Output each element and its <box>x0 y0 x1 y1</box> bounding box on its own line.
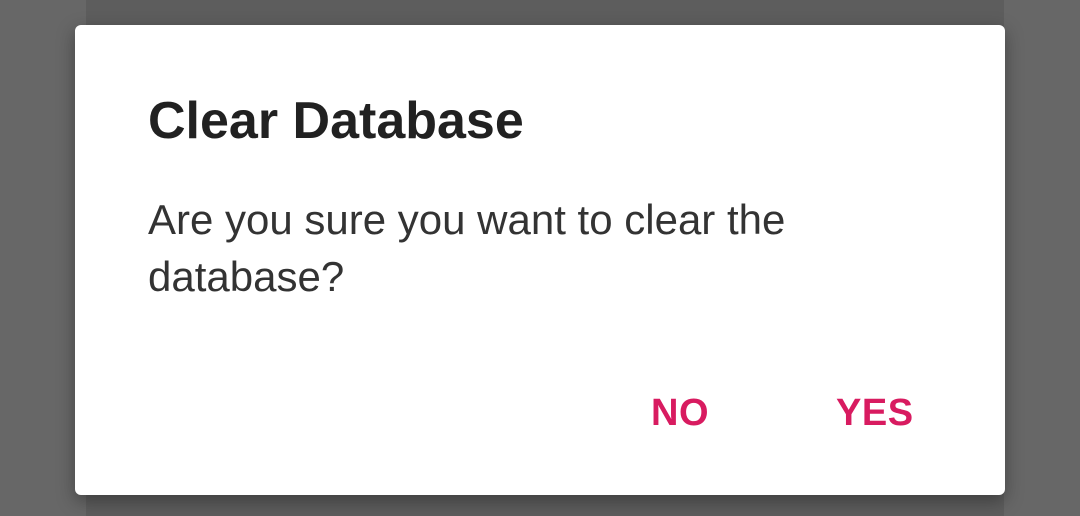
dialog-title: Clear Database <box>148 92 524 150</box>
dialog-message: Are you sure you want to clear the datab… <box>148 196 786 300</box>
clear-database-dialog: Clear Database Are you sure you want to … <box>75 25 1005 495</box>
yes-button[interactable]: YES <box>816 378 934 448</box>
no-button[interactable]: NO <box>631 378 729 448</box>
background-edge-left <box>0 0 86 516</box>
background-edge-right <box>1004 0 1080 516</box>
